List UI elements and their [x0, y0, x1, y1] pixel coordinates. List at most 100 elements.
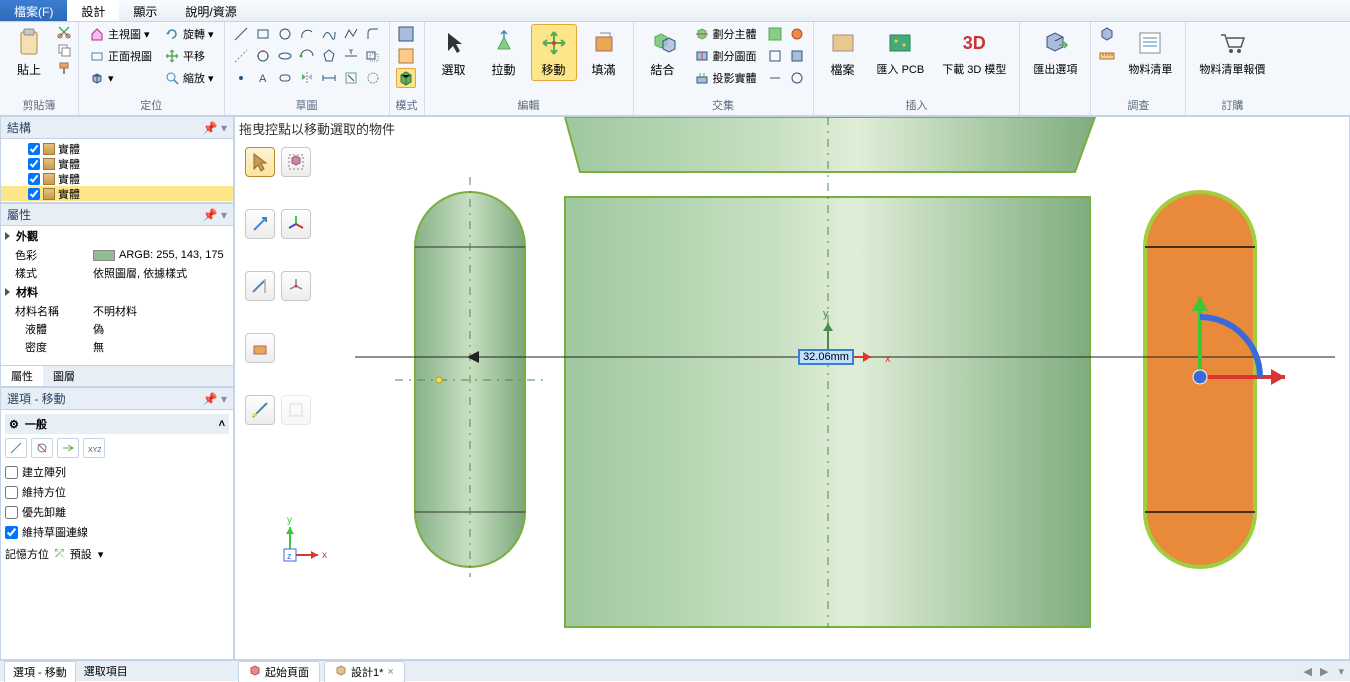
export-button[interactable]: 匯出選項: [1026, 24, 1084, 80]
polyline-tool[interactable]: [341, 24, 361, 44]
plan-view-button[interactable]: 正面視圖: [85, 46, 156, 66]
ellipse-tool[interactable]: [275, 46, 295, 66]
prop-row-style[interactable]: 樣式依照圖層, 依據樣式: [1, 264, 233, 282]
rect-tool[interactable]: [253, 24, 273, 44]
pin-icon[interactable]: 📌 ▾: [203, 121, 227, 135]
material-section[interactable]: 材料: [1, 282, 233, 302]
opt-tool-1[interactable]: [5, 438, 27, 458]
trim-tool[interactable]: [341, 46, 361, 66]
home-view-button[interactable]: 主視圖▾: [85, 24, 156, 44]
pull-button[interactable]: 拉動: [481, 24, 527, 81]
tree-checkbox[interactable]: [28, 173, 40, 185]
pin-icon[interactable]: 📌 ▾: [203, 208, 227, 222]
opt-detach-first[interactable]: 優先卸離: [5, 502, 229, 522]
opt-maintain-orient[interactable]: 維持方位: [5, 482, 229, 502]
slot-tool[interactable]: [275, 68, 295, 88]
project-tool[interactable]: [341, 68, 361, 88]
select-button[interactable]: 選取: [431, 24, 477, 81]
zoom-button[interactable]: 縮放▾: [160, 68, 218, 88]
mirror-tool[interactable]: [297, 68, 317, 88]
view-gallery-button[interactable]: ▾: [85, 68, 156, 88]
doc-tab-design1[interactable]: 設計1*×: [324, 661, 405, 682]
cut-button[interactable]: [56, 24, 72, 40]
tab-nav-left[interactable]: ◀: [1300, 665, 1316, 678]
polygon-tool[interactable]: [319, 46, 339, 66]
prop-row-color[interactable]: 色彩ARGB: 255, 143, 175: [1, 246, 233, 264]
prop-row-density[interactable]: 密度無: [1, 338, 233, 356]
prop-row-material[interactable]: 材料名稱不明材料: [1, 302, 233, 320]
intersect-tool-2[interactable]: [787, 24, 807, 44]
material-list-button[interactable]: 物料清單: [1121, 24, 1179, 80]
tree-item-selected[interactable]: 實體: [1, 186, 233, 201]
three-point-circle-tool[interactable]: [253, 46, 273, 66]
structure-tree[interactable]: 實體 實體 實體 實體: [0, 139, 234, 203]
sketch-mode-button[interactable]: [396, 24, 416, 44]
canvas[interactable]: 拖曳控點以移動選取的物件: [234, 116, 1350, 660]
tab-options-move[interactable]: 選項 - 移動: [4, 661, 76, 682]
import-pcb-button[interactable]: 匯入 PCB: [870, 24, 932, 80]
opt-tool-2[interactable]: [31, 438, 53, 458]
tab-properties[interactable]: 屬性: [1, 366, 43, 386]
color-swatch[interactable]: [93, 250, 115, 261]
split-body-button[interactable]: 劃分主體: [690, 24, 761, 44]
tab-layers[interactable]: 圖層: [43, 366, 85, 386]
close-icon[interactable]: ×: [387, 666, 393, 678]
dimension-input[interactable]: [798, 349, 854, 365]
options-general-header[interactable]: ⚙一般˄: [5, 414, 229, 434]
solid-mode-button[interactable]: [396, 68, 416, 88]
menu-design[interactable]: 設計: [67, 0, 119, 21]
point-tool[interactable]: [231, 68, 251, 88]
tangent-arc-tool[interactable]: [297, 46, 317, 66]
const-line-tool[interactable]: [231, 46, 251, 66]
tree-item[interactable]: 實體: [1, 171, 233, 186]
menu-help[interactable]: 說明/資源: [171, 0, 250, 21]
menu-file[interactable]: 檔案(F): [0, 0, 67, 21]
tree-item[interactable]: 實體: [1, 141, 233, 156]
rotate-button[interactable]: 旋轉▾: [160, 24, 218, 44]
menu-display[interactable]: 顯示: [119, 0, 171, 21]
opt-create-pattern[interactable]: 建立陣列: [5, 462, 229, 482]
chevron-up-icon[interactable]: ˄: [219, 418, 225, 430]
intersect-tool-4[interactable]: [787, 46, 807, 66]
paste-button[interactable]: 貼上: [6, 24, 52, 81]
pin-icon[interactable]: 📌 ▾: [203, 392, 227, 406]
measure-button[interactable]: [1097, 46, 1117, 66]
tree-item[interactable]: 實體: [1, 156, 233, 171]
prop-row-fluid[interactable]: 液體偽: [1, 320, 233, 338]
line-tool[interactable]: [231, 24, 251, 44]
split-face-button[interactable]: 劃分圖面: [690, 46, 761, 66]
dimension-tool[interactable]: [319, 68, 339, 88]
intersect-tool-3[interactable]: [765, 46, 785, 66]
tree-checkbox[interactable]: [28, 143, 40, 155]
quote-button[interactable]: 物料清單報價: [1192, 24, 1272, 80]
mass-props-button[interactable]: [1097, 24, 1117, 44]
text-tool[interactable]: A: [253, 68, 273, 88]
opt-tool-3[interactable]: [57, 438, 79, 458]
tab-menu[interactable]: ▾: [1332, 665, 1350, 678]
properties-panel-header[interactable]: 屬性📌 ▾: [0, 203, 234, 226]
fillet-tool[interactable]: [363, 24, 383, 44]
section-mode-button[interactable]: [396, 46, 416, 66]
arc-tool[interactable]: [297, 24, 317, 44]
pan-button[interactable]: 平移: [160, 46, 218, 66]
tab-nav-right[interactable]: ▶: [1316, 665, 1332, 678]
doc-tab-start[interactable]: 起始頁面: [238, 661, 320, 682]
opt-tool-4[interactable]: XYZ: [83, 438, 105, 458]
spline-tool[interactable]: [319, 24, 339, 44]
tree-checkbox[interactable]: [28, 158, 40, 170]
move-button[interactable]: 移動: [531, 24, 577, 81]
options-panel-header[interactable]: 選項 - 移動📌 ▾: [0, 387, 234, 410]
format-painter-button[interactable]: [56, 60, 72, 76]
combine-button[interactable]: 結合: [640, 24, 686, 81]
opt-maintain-sketch[interactable]: 維持草圖連線: [5, 522, 229, 542]
download-3d-button[interactable]: 3D下載 3D 模型: [935, 24, 1013, 80]
tab-selection[interactable]: 選取項目: [76, 661, 136, 681]
structure-panel-header[interactable]: 結構📌 ▾: [0, 116, 234, 139]
offset-tool[interactable]: [363, 46, 383, 66]
intersect-tool-5[interactable]: [765, 68, 785, 88]
intersect-tool-1[interactable]: [765, 24, 785, 44]
circle-tool[interactable]: [275, 24, 295, 44]
construction-tool[interactable]: [363, 68, 383, 88]
copy-button[interactable]: [56, 42, 72, 58]
insert-file-button[interactable]: 檔案: [820, 24, 866, 81]
